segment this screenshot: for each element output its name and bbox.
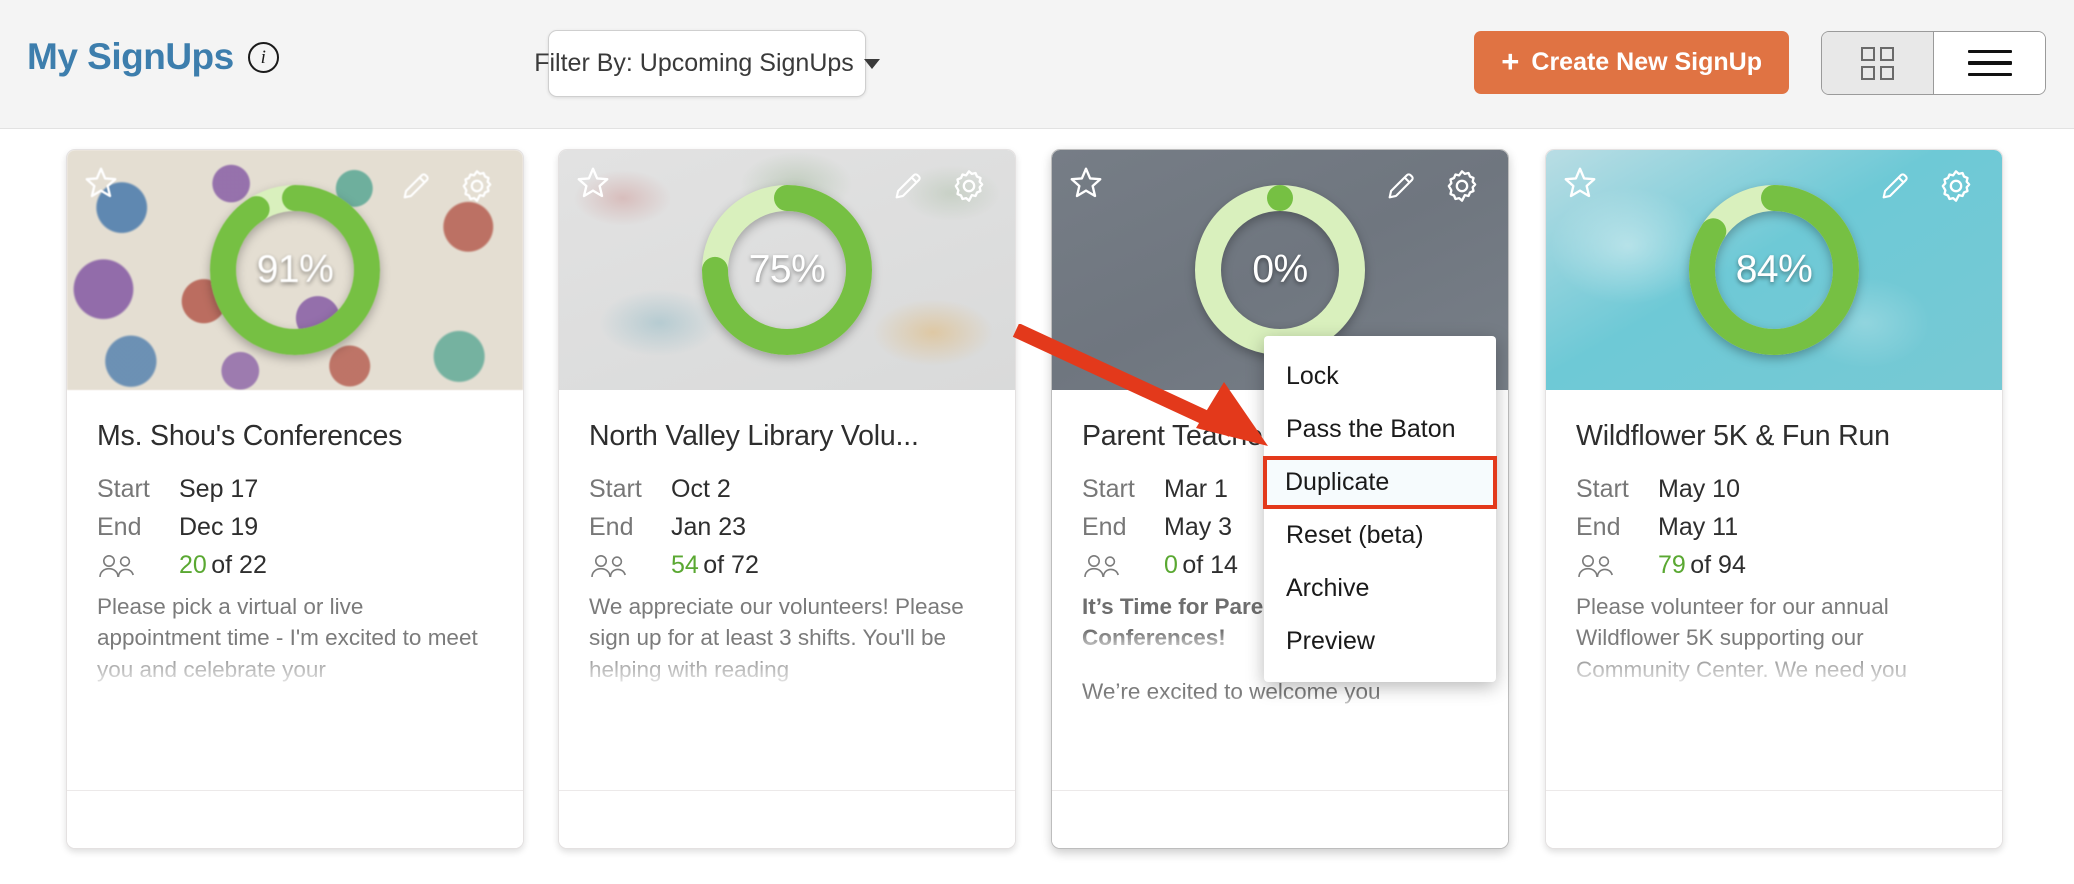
star-icon[interactable]	[1561, 164, 1599, 207]
progress-donut: 75%	[696, 179, 878, 361]
app-header: My SignUps i Filter By: Upcoming SignUps…	[0, 0, 2074, 129]
end-value: May 11	[1658, 513, 1739, 541]
card-body: North Valley Library Volu... Start Oct 2…	[559, 390, 1015, 685]
start-label: Start	[1576, 475, 1629, 503]
filter-dropdown[interactable]: Filter By: Upcoming SignUps	[534, 30, 880, 97]
start-date-row: Start Sep 17	[97, 475, 493, 504]
participants-total: of 22	[211, 551, 267, 579]
list-view-button[interactable]	[1934, 32, 2045, 94]
people-icon	[1082, 552, 1164, 580]
card-footer	[559, 790, 1015, 848]
chevron-down-icon	[863, 58, 880, 69]
grid-view-button[interactable]	[1822, 32, 1934, 94]
card-footer	[67, 790, 523, 848]
participants-filled: 20	[179, 551, 207, 579]
progress-percent: 84%	[1735, 248, 1813, 291]
menu-item-lock[interactable]: Lock	[1264, 350, 1496, 403]
gear-icon[interactable]	[949, 166, 989, 211]
plus-icon: +	[1501, 43, 1520, 79]
gear-icon[interactable]	[1442, 166, 1482, 211]
card-description: Please volunteer for our annual Wildflow…	[1576, 594, 1907, 682]
pencil-icon[interactable]	[1878, 169, 1912, 208]
participants-row: 54 of 72	[589, 551, 985, 580]
participants-total: of 72	[703, 551, 759, 579]
brand: My SignUps i	[27, 36, 279, 78]
progress-percent: 0%	[1252, 248, 1308, 291]
gear-icon[interactable]	[1936, 166, 1976, 211]
pencil-icon[interactable]	[1384, 169, 1418, 208]
star-icon[interactable]	[574, 164, 612, 207]
card-context-menu: Lock Pass the Baton Duplicate Reset (bet…	[1263, 336, 1497, 682]
filter-dropdown-label: Filter By: Upcoming SignUps	[534, 49, 854, 77]
signup-card[interactable]: 84% Wildflower 5K & Fun Run Start May 10…	[1545, 149, 2003, 849]
menu-item-pass-the-baton[interactable]: Pass the Baton	[1264, 403, 1496, 456]
participants-total: of 94	[1690, 551, 1746, 579]
card-title: North Valley Library Volu...	[589, 420, 919, 452]
start-value: Mar 1	[1164, 475, 1228, 503]
progress-percent: 91%	[256, 248, 334, 291]
end-value: May 3	[1164, 513, 1233, 541]
card-hero-image: 91%	[67, 150, 523, 390]
people-icon	[589, 552, 671, 580]
start-label: Start	[589, 475, 642, 503]
start-value: Sep 17	[179, 475, 259, 503]
participants-row: 20 of 22	[97, 551, 493, 580]
start-value: Oct 2	[671, 475, 731, 503]
progress-donut: 84%	[1683, 179, 1865, 361]
menu-item-duplicate[interactable]: Duplicate	[1263, 456, 1497, 509]
end-label: End	[97, 513, 142, 541]
card-description: We appreciate our volunteers! Please sig…	[589, 594, 964, 682]
grid-view-icon	[1861, 46, 1894, 80]
end-label: End	[1082, 513, 1127, 541]
gear-icon[interactable]	[457, 166, 497, 211]
participants-filled: 79	[1658, 551, 1686, 579]
participants-filled: 0	[1164, 551, 1178, 579]
info-icon[interactable]: i	[247, 41, 279, 73]
card-footer	[1052, 790, 1508, 848]
list-view-icon	[1967, 50, 2012, 76]
start-label: Start	[1082, 475, 1135, 503]
participants-row: 79 of 94	[1576, 551, 1972, 580]
star-icon[interactable]	[1067, 164, 1105, 207]
progress-donut: 91%	[204, 179, 386, 361]
card-body: Wildflower 5K & Fun Run Start May 10 End…	[1546, 390, 2002, 685]
end-label: End	[1576, 513, 1621, 541]
end-date-row: End May 11	[1576, 513, 1972, 542]
progress-percent: 75%	[748, 248, 826, 291]
people-icon	[97, 552, 179, 580]
participants-filled: 54	[671, 551, 699, 579]
card-title: Wildflower 5K & Fun Run	[1576, 420, 1890, 452]
create-new-signup-button[interactable]: + Create New SignUp	[1474, 31, 1789, 94]
pencil-icon[interactable]	[399, 169, 433, 208]
signup-card[interactable]: 75% North Valley Library Volu... Start O…	[558, 149, 1016, 849]
menu-item-preview[interactable]: Preview	[1264, 615, 1496, 668]
end-date-row: End Dec 19	[97, 513, 493, 542]
card-footer	[1546, 790, 2002, 848]
menu-item-reset[interactable]: Reset (beta)	[1264, 509, 1496, 562]
start-date-row: Start Oct 2	[589, 475, 985, 504]
participants-total: of 14	[1182, 551, 1238, 579]
create-new-signup-label: Create New SignUp	[1531, 48, 1762, 76]
end-date-row: End Jan 23	[589, 513, 985, 542]
card-title: Ms. Shou's Conferences	[97, 420, 403, 452]
pencil-icon[interactable]	[891, 169, 925, 208]
card-hero-image: 84%	[1546, 150, 2002, 390]
star-icon[interactable]	[82, 164, 120, 207]
end-label: End	[589, 513, 634, 541]
end-value: Jan 23	[671, 513, 747, 541]
start-value: May 10	[1658, 475, 1740, 503]
signup-card-grid: 91% Ms. Shou's Conferences Start Sep 17 …	[0, 129, 2074, 884]
progress-donut: 0%	[1189, 179, 1371, 361]
menu-item-archive[interactable]: Archive	[1264, 562, 1496, 615]
signup-card[interactable]: 91% Ms. Shou's Conferences Start Sep 17 …	[66, 149, 524, 849]
end-value: Dec 19	[179, 513, 259, 541]
card-description: Please pick a virtual or live appointmen…	[97, 594, 478, 682]
card-hero-image: 75%	[559, 150, 1015, 390]
page-title: My SignUps	[27, 36, 234, 77]
people-icon	[1576, 552, 1658, 580]
start-date-row: Start May 10	[1576, 475, 1972, 504]
start-label: Start	[97, 475, 150, 503]
card-body: Ms. Shou's Conferences Start Sep 17 End …	[67, 390, 523, 685]
view-toggle	[1821, 31, 2046, 95]
